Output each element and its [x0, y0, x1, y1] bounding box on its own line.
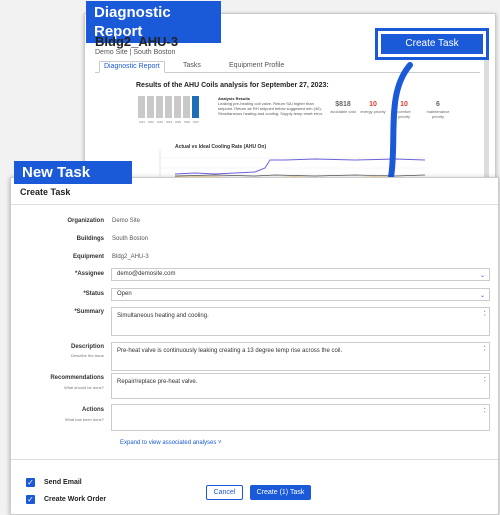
day-label: 9/27: [193, 120, 199, 124]
tab-tasks[interactable]: Tasks: [179, 61, 205, 73]
send-email-label: Send Email: [44, 479, 82, 486]
day-label: 9/25: [175, 120, 181, 124]
recommendations-hint: What should be done?: [63, 385, 104, 390]
buildings-value: South Boston: [112, 236, 149, 242]
day-bar[interactable]: [138, 96, 145, 118]
buildings-label: Buildings: [76, 236, 104, 242]
assignee-value: demo@demosite.com: [117, 271, 176, 277]
cancel-button[interactable]: Cancel: [206, 485, 243, 500]
day-selector: 9/21 9/22 9/23 9/24 9/25 9/26 9/27: [138, 96, 210, 124]
chevron-down-icon: ⌄: [479, 273, 485, 279]
actions-hint: What has been done?: [64, 417, 104, 422]
report-scrollbar[interactable]: [484, 60, 489, 180]
actions-textarea[interactable]: ▴ ▾: [111, 404, 490, 431]
metric-value: 6: [436, 101, 440, 108]
recommendations-label: Recommendations: [50, 375, 104, 381]
resize-handle-icon: ▴ ▾: [484, 309, 486, 317]
summary-label: *Summary: [74, 309, 104, 315]
assignee-select[interactable]: demo@demosite.com ⌄: [111, 268, 490, 281]
assignee-label: *Assignee: [74, 271, 104, 277]
send-email-checkbox[interactable]: ✓: [26, 478, 35, 487]
create-task-button[interactable]: Create Task: [381, 34, 483, 54]
organization-label: Organization: [67, 218, 104, 224]
description-hint: Describe the issue: [71, 353, 104, 358]
day-bar[interactable]: [174, 96, 181, 118]
analysis-results: Analysis Results Leaking pre-heating coi…: [218, 96, 328, 116]
equipment-title: Bldg2_AHU-3: [95, 34, 179, 49]
footer-divider: [11, 459, 498, 460]
create-task-form: Create Task Organization Demo Site Build…: [10, 177, 499, 515]
metric-avoidable-cost: $818 avoidable cost: [330, 101, 356, 114]
summary-textarea[interactable]: Simultaneous heating and cooling. ▴ ▾: [111, 307, 490, 336]
report-tabs: Diagnostic Report Tasks Equipment Profil…: [95, 61, 480, 73]
description-value: Pre-heat valve is continuously leaking c…: [117, 348, 343, 354]
status-value: Open: [117, 291, 132, 297]
day-label: 9/21: [139, 120, 145, 124]
tab-diagnostic-report[interactable]: Diagnostic Report: [99, 61, 165, 73]
chevron-down-icon: ⌄: [479, 293, 485, 299]
day-label: 9/26: [184, 120, 190, 124]
recommendations-value: Repair/replace pre-heat valve.: [117, 379, 198, 385]
form-title: Create Task: [20, 187, 71, 197]
create-work-order-checkbox[interactable]: ✓: [26, 495, 35, 504]
status-select[interactable]: Open ⌄: [111, 288, 490, 301]
new-task-banner: New Task: [14, 161, 132, 184]
status-label: *Status: [83, 291, 104, 297]
day-bar[interactable]: [147, 96, 154, 118]
tab-equipment-profile[interactable]: Equipment Profile: [225, 61, 288, 73]
summary-value: Simultaneous heating and cooling.: [117, 313, 209, 319]
equipment-value: Bldg2_AHU-3: [112, 254, 149, 260]
day-bar[interactable]: [165, 96, 172, 118]
day-label: 9/22: [148, 120, 154, 124]
day-label: 9/23: [157, 120, 163, 124]
resize-handle-icon: ▴ ▾: [484, 406, 486, 414]
metric-label: avoidable cost: [330, 109, 356, 114]
analysis-text: Leaking pre-heating coil valve. Return S…: [218, 101, 323, 116]
day-label: 9/24: [166, 120, 172, 124]
day-bar[interactable]: [156, 96, 163, 118]
expand-analyses-link[interactable]: Expand to view associated analyses ˅: [120, 440, 222, 446]
resize-handle-icon: ▴ ▾: [484, 344, 486, 352]
actions-label: Actions: [81, 407, 104, 413]
metric-value: $818: [335, 101, 351, 108]
equipment-label: Equipment: [73, 254, 104, 260]
create-task-submit-button[interactable]: Create (1) Task: [250, 485, 311, 500]
metric-label: maintenance priority: [426, 109, 450, 119]
results-title: Results of the AHU Coils analysis for Se…: [136, 82, 329, 89]
recommendations-textarea[interactable]: Repair/replace pre-heat valve. ▴ ▾: [111, 373, 490, 399]
organization-value: Demo Site: [112, 218, 141, 224]
equipment-subtitle: Demo Site | South Boston: [95, 49, 176, 56]
day-bar[interactable]: [183, 96, 190, 118]
metric-maintenance-priority: 6 maintenance priority: [425, 101, 451, 119]
day-bar-selected[interactable]: [192, 96, 199, 118]
create-work-order-label: Create Work Order: [44, 496, 107, 503]
resize-handle-icon: ▴ ▾: [484, 375, 486, 383]
description-textarea[interactable]: Pre-heat valve is continuously leaking c…: [111, 342, 490, 371]
description-label: Description: [70, 344, 104, 350]
